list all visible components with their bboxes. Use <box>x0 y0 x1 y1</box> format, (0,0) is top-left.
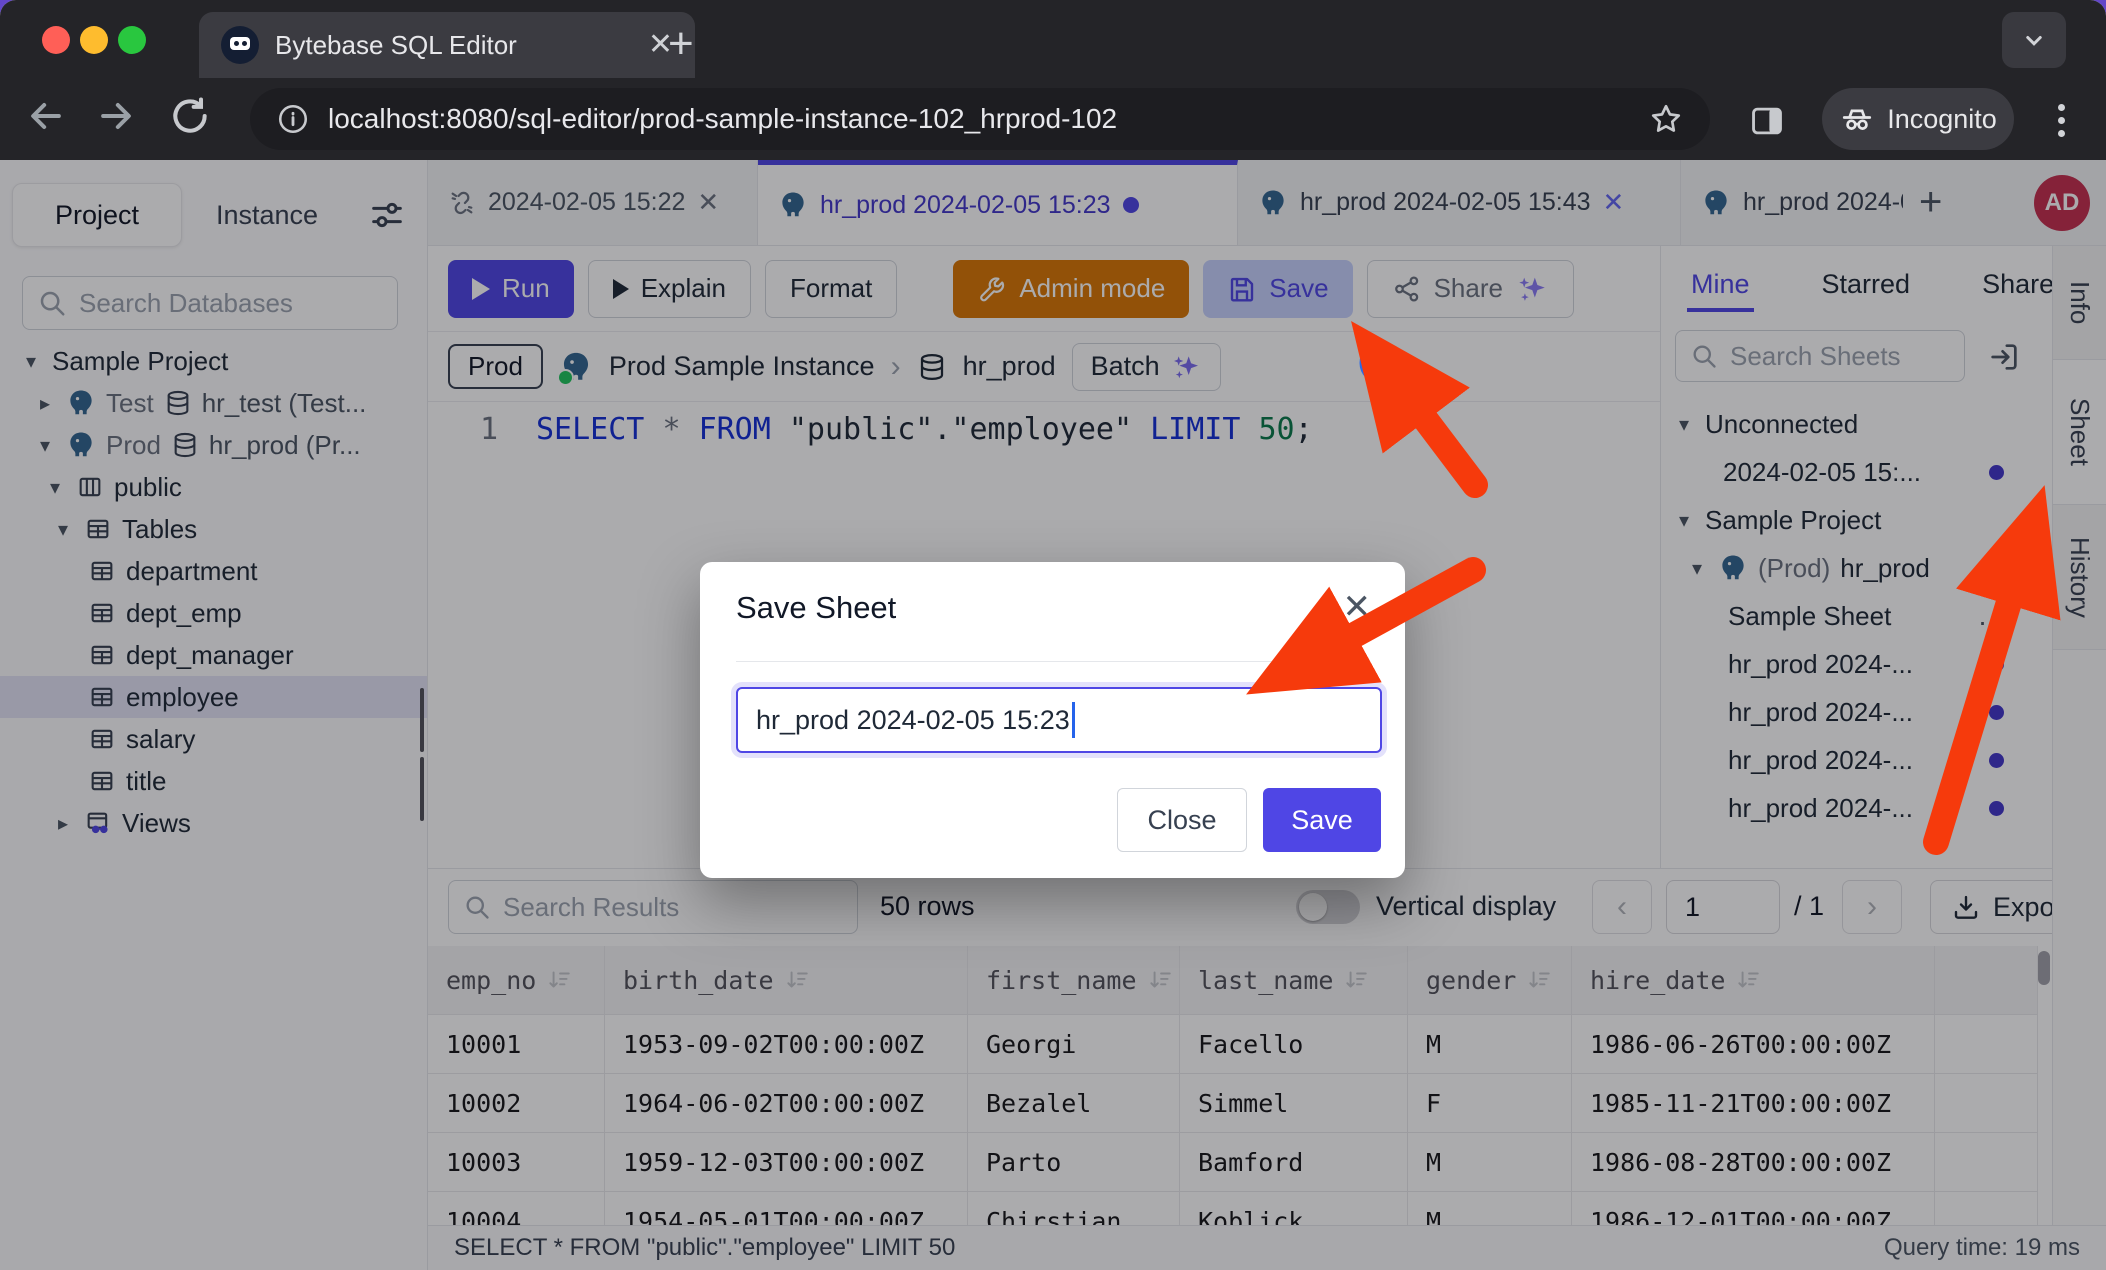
url-bar[interactable]: localhost:8080/sql-editor/prod-sample-in… <box>250 88 1710 150</box>
site-info-icon[interactable] <box>276 102 310 136</box>
bytebase-favicon <box>221 26 259 64</box>
text-cursor <box>1072 702 1075 738</box>
incognito-badge: Incognito <box>1822 88 2014 150</box>
dialog-title: Save Sheet <box>736 590 896 626</box>
save-sheet-dialog: Save Sheet ✕ hr_prod 2024-02-05 15:23 Cl… <box>700 562 1405 878</box>
browser-menu-icon[interactable] <box>2056 98 2066 143</box>
chevron-down-icon <box>2019 25 2049 55</box>
incognito-label: Incognito <box>1887 104 1997 135</box>
incognito-icon <box>1839 101 1875 137</box>
back-button[interactable] <box>24 94 74 144</box>
dialog-close-icon[interactable]: ✕ <box>1343 590 1372 624</box>
bookmark-star-icon[interactable] <box>1648 101 1684 137</box>
dialog-save-button[interactable]: Save <box>1263 788 1381 852</box>
maximize-window-button[interactable] <box>118 26 146 54</box>
browser-tab-title: Bytebase SQL Editor <box>275 30 517 61</box>
close-window-button[interactable] <box>42 26 70 54</box>
dialog-close-button[interactable]: Close <box>1117 788 1247 852</box>
reload-button[interactable] <box>168 94 218 144</box>
browser-window: Bytebase SQL Editor ✕ + localhost:8080/s… <box>0 0 2106 1270</box>
dialog-divider <box>736 661 1369 662</box>
minimize-window-button[interactable] <box>80 26 108 54</box>
sheet-name-input[interactable]: hr_prod 2024-02-05 15:23 <box>736 687 1382 753</box>
new-tab-button[interactable]: + <box>668 22 694 66</box>
side-panel-icon[interactable] <box>1748 102 1786 140</box>
forward-button[interactable] <box>94 94 144 144</box>
tab-search-chevron-button[interactable] <box>2002 12 2066 68</box>
browser-tab[interactable]: Bytebase SQL Editor ✕ <box>199 12 695 78</box>
bytebase-app: Project Instance Search Databases ▾ Samp… <box>0 160 2106 1270</box>
browser-chrome: Bytebase SQL Editor ✕ + localhost:8080/s… <box>0 0 2106 160</box>
url-text: localhost:8080/sql-editor/prod-sample-in… <box>328 103 1117 135</box>
